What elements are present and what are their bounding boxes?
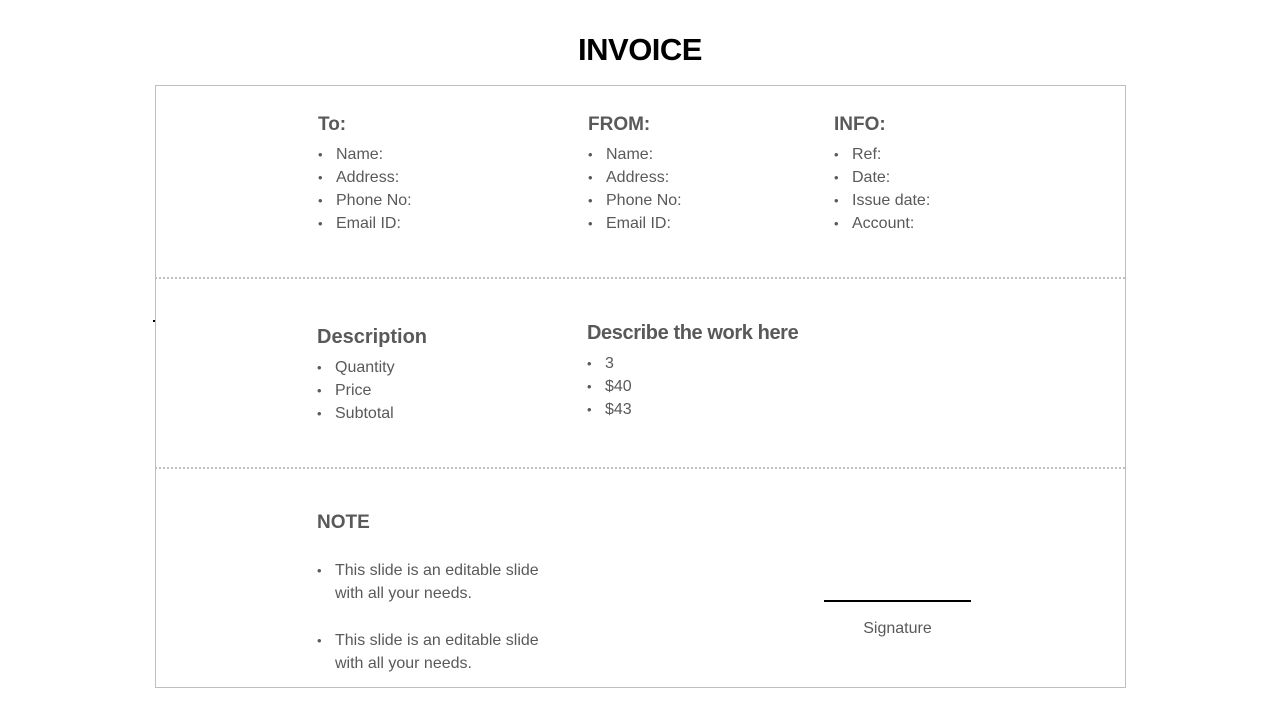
work-list: 3 $40 $43 [587,352,798,421]
invoice-title: INVOICE [578,32,702,67]
work-item-quantity-value: 3 [587,352,798,375]
signature-label: Signature [863,620,932,637]
from-list: Name: Address: Phone No: Email ID: [588,143,682,235]
signature-line [824,600,971,602]
work-heading: Describe the work here [587,322,799,344]
from-item-address: Address: [588,166,682,189]
info-item-date: Date: [834,166,930,189]
section-divider-top [155,277,1125,279]
from-item-name: Name: [588,143,682,166]
description-item-price: Price [317,379,427,402]
work-section: Describe the work here 3 $40 $43 [587,322,799,421]
info-section: INFO: Ref: Date: Issue date: Account: [834,114,930,235]
description-list: Quantity Price Subtotal [317,356,427,425]
section-divider-bottom [155,467,1125,469]
to-list: Name: Address: Phone No: Email ID: [318,143,412,235]
stray-mark [153,320,155,322]
note-item: This slide is an editable slide with all… [317,629,555,675]
description-heading: Description [317,326,428,348]
to-item-address: Address: [318,166,412,189]
from-item-phone: Phone No: [588,189,682,212]
from-item-email: Email ID: [588,212,682,235]
work-item-price-value: $40 [587,375,798,398]
info-item-issue-date: Issue date: [834,189,930,212]
from-heading: FROM: [588,114,651,135]
to-item-name: Name: [318,143,412,166]
from-section: FROM: Name: Address: Phone No: Email ID: [588,114,682,235]
note-heading: NOTE [317,512,370,533]
info-list: Ref: Date: Issue date: Account: [834,143,930,235]
to-heading: To: [318,114,347,135]
to-item-email: Email ID: [318,212,412,235]
note-item: This slide is an editable slide with all… [317,559,555,605]
description-item-quantity: Quantity [317,356,427,379]
description-section: Description Quantity Price Subtotal [317,326,427,425]
description-item-subtotal: Subtotal [317,402,427,425]
info-heading: INFO: [834,114,886,135]
note-list: This slide is an editable slide with all… [317,559,555,675]
to-section: To: Name: Address: Phone No: Email ID: [318,114,412,235]
work-item-subtotal-value: $43 [587,398,798,421]
to-item-phone: Phone No: [318,189,412,212]
info-item-ref: Ref: [834,143,930,166]
info-item-account: Account: [834,212,930,235]
note-section: NOTE This slide is an editable slide wit… [317,512,555,699]
